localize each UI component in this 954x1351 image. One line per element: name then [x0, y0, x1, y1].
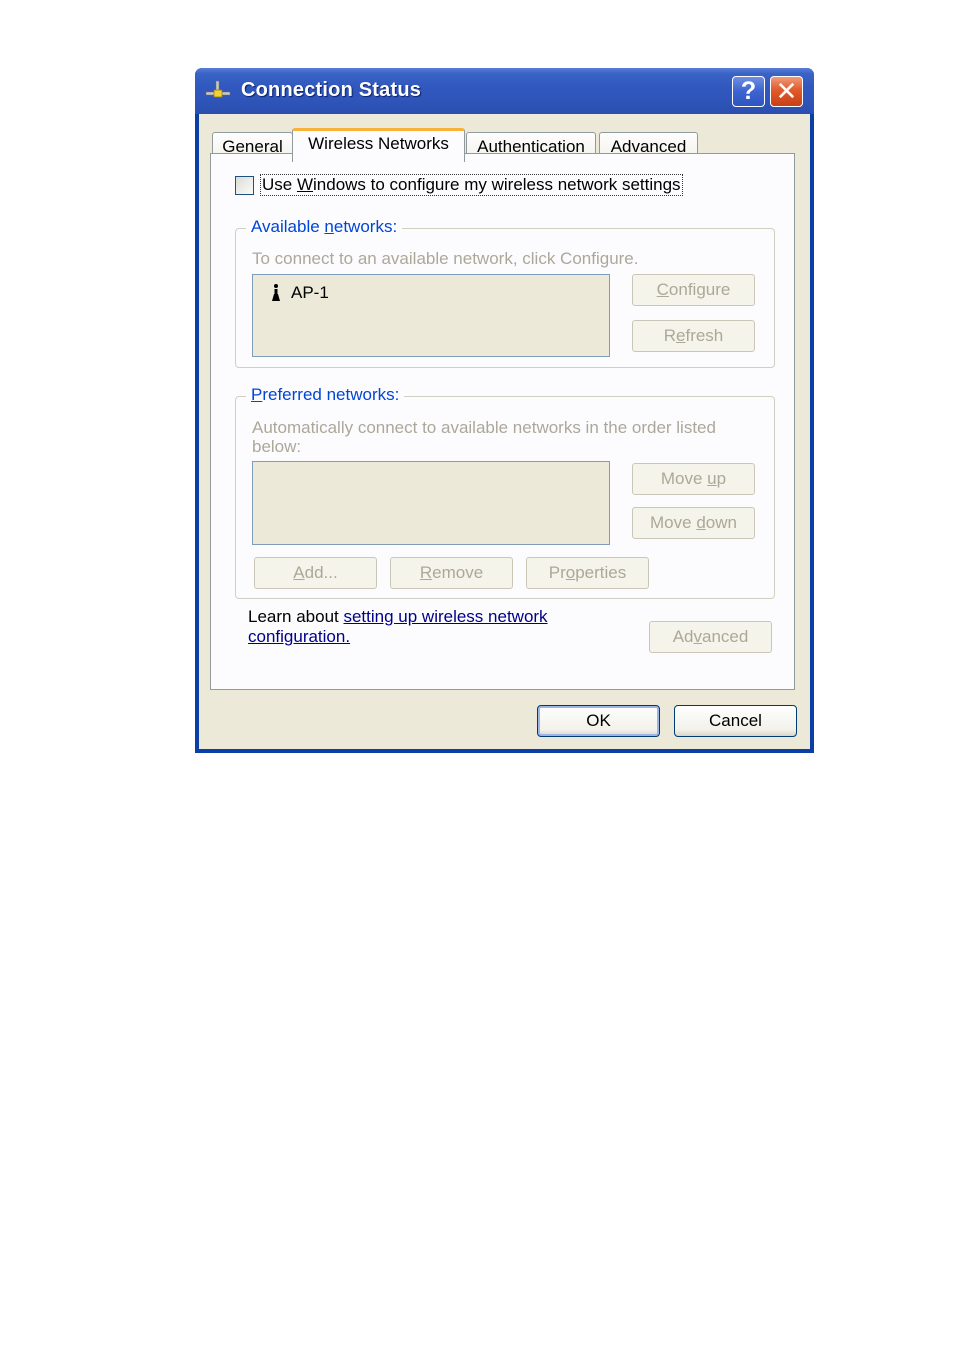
connection-status-dialog: Connection Status ? ✕ General Wireless N…	[195, 68, 814, 753]
close-icon: ✕	[775, 76, 798, 106]
label-part: anced	[701, 627, 749, 646]
tab-label: Wireless Networks	[308, 134, 449, 153]
label-part: Pr	[548, 563, 566, 582]
tab-wireless-networks[interactable]: Wireless Networks	[292, 128, 465, 162]
available-networks-legend: Available networks:	[246, 217, 403, 237]
accelerator-key: A	[293, 563, 305, 582]
label-part: Use	[262, 175, 297, 194]
accelerator-key: d	[696, 513, 706, 532]
remove-button[interactable]: Remove	[390, 557, 513, 589]
label-part: emove	[432, 563, 484, 582]
title-bar[interactable]: Connection Status ? ✕	[195, 68, 814, 114]
accelerator-key: o	[565, 563, 576, 582]
label-part: perties	[575, 563, 627, 582]
cancel-button[interactable]: Cancel	[674, 705, 797, 737]
label-part: own	[705, 513, 737, 532]
label-part: Move	[650, 513, 697, 532]
wireless-ap-icon	[272, 284, 280, 301]
label-part: fresh	[685, 326, 724, 345]
close-button[interactable]: ✕	[770, 76, 803, 107]
preferred-networks-hint: Automatically connect to available netwo…	[252, 418, 716, 456]
label-part: Ad	[672, 627, 694, 646]
move-down-button[interactable]: Move down	[632, 507, 755, 539]
help-icon: ?	[740, 77, 757, 105]
label-part: referred networks:	[262, 385, 400, 404]
configure-button[interactable]: Configure	[632, 274, 755, 306]
preferred-networks-list[interactable]	[252, 461, 610, 545]
advanced-button[interactable]: Advanced	[649, 621, 772, 653]
properties-button[interactable]: Properties	[526, 557, 649, 589]
ok-button[interactable]: OK	[537, 705, 660, 737]
use-windows-config-checkbox[interactable]	[235, 175, 254, 195]
available-networks-list[interactable]: AP-1	[252, 274, 610, 357]
label-part: Available	[251, 217, 325, 236]
accelerator-key: u	[707, 469, 717, 488]
label-part: dd...	[304, 563, 338, 582]
use-windows-config-row[interactable]: Use Windows to configure my wireless net…	[235, 174, 683, 196]
label-part: R	[663, 326, 676, 345]
accelerator-key: R	[419, 563, 433, 582]
window-title: Connection Status	[241, 79, 422, 101]
move-up-button[interactable]: Move up	[632, 463, 755, 495]
network-item-ap-1[interactable]: AP-1	[269, 283, 329, 303]
label-part: p	[716, 469, 727, 488]
preferred-networks-legend: Preferred networks:	[246, 385, 405, 405]
accelerator-key: P	[251, 385, 263, 404]
add-button[interactable]: Add...	[254, 557, 377, 589]
accelerator-key: n	[324, 217, 334, 236]
accelerator-key: C	[656, 280, 669, 299]
label-part: indows to configure my wireless network …	[313, 175, 681, 194]
accelerator-key: v	[693, 627, 702, 646]
wireless-networks-panel: Use Windows to configure my wireless net…	[210, 153, 795, 690]
label-part: Move	[660, 469, 708, 488]
available-networks-hint: To connect to an available network, clic…	[252, 249, 639, 268]
learn-about-label: Learn about	[248, 607, 344, 626]
network-connection-icon	[205, 80, 231, 98]
help-button[interactable]: ?	[732, 76, 765, 107]
use-windows-config-label[interactable]: Use Windows to configure my wireless net…	[260, 174, 683, 196]
label-part: etworks:	[333, 217, 398, 236]
refresh-button[interactable]: Refresh	[632, 320, 755, 352]
available-networks-group: Available networks: To connect to an ava…	[235, 217, 775, 368]
learn-about-text: Learn about setting up wireless network …	[248, 607, 588, 647]
dialog-client-area: General Wireless Networks Authentication…	[199, 114, 810, 749]
label-part: onfigure	[668, 280, 731, 299]
preferred-networks-group: Preferred networks: Automatically connec…	[235, 385, 775, 599]
network-name: AP-1	[291, 283, 329, 302]
accelerator-key: W	[296, 175, 314, 194]
